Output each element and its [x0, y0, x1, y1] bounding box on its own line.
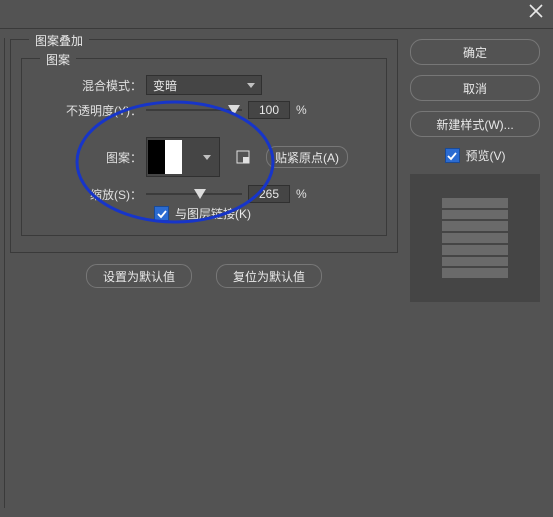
pattern-label: 图案：: [22, 149, 146, 166]
opacity-slider[interactable]: [146, 102, 242, 118]
blend-mode-dropdown[interactable]: 变暗: [146, 75, 262, 95]
preview-checkbox[interactable]: [445, 148, 460, 163]
subgroup-title: 图案: [40, 51, 76, 68]
scale-slider-thumb[interactable]: [194, 189, 206, 199]
percent-label: %: [296, 103, 307, 117]
percent-label: %: [296, 187, 307, 201]
set-default-button[interactable]: 设置为默认值: [86, 264, 192, 288]
reset-default-button[interactable]: 复位为默认值: [216, 264, 322, 288]
pattern-swatch: [148, 140, 182, 174]
new-preset-icon[interactable]: [234, 148, 252, 166]
new-style-button[interactable]: 新建样式(W)...: [410, 111, 540, 137]
ok-button[interactable]: 确定: [410, 39, 540, 65]
chevron-down-icon: [247, 83, 255, 88]
opacity-slider-thumb[interactable]: [228, 105, 240, 115]
scale-input[interactable]: 265: [248, 185, 290, 203]
link-with-layer-checkbox[interactable]: [154, 206, 169, 221]
blend-mode-value: 变暗: [153, 77, 177, 94]
close-button[interactable]: [529, 4, 543, 18]
link-with-layer-label: 与图层链接(K): [175, 205, 251, 222]
opacity-input[interactable]: 100: [248, 101, 290, 119]
scale-label: 缩放(S)：: [22, 186, 146, 203]
pattern-subgroup: 图案 混合模式： 变暗 不透明度(Y)：: [21, 58, 387, 236]
opacity-label: 不透明度(Y)：: [22, 102, 146, 119]
chevron-down-icon: [203, 155, 211, 160]
layer-style-dialog: 图案叠加 图案 混合模式： 变暗 不透明度(Y)：: [0, 0, 553, 517]
snap-origin-button[interactable]: 贴紧原点(A): [266, 146, 348, 168]
blend-mode-label: 混合模式：: [22, 77, 146, 94]
cancel-button[interactable]: 取消: [410, 75, 540, 101]
preview-thumbnail: [410, 174, 540, 302]
pattern-overlay-group: 图案叠加 图案 混合模式： 变暗 不透明度(Y)：: [10, 39, 398, 253]
group-title: 图案叠加: [29, 32, 89, 49]
preview-label: 预览(V): [466, 147, 506, 164]
pattern-picker[interactable]: [146, 137, 220, 177]
scale-slider[interactable]: [146, 186, 242, 202]
